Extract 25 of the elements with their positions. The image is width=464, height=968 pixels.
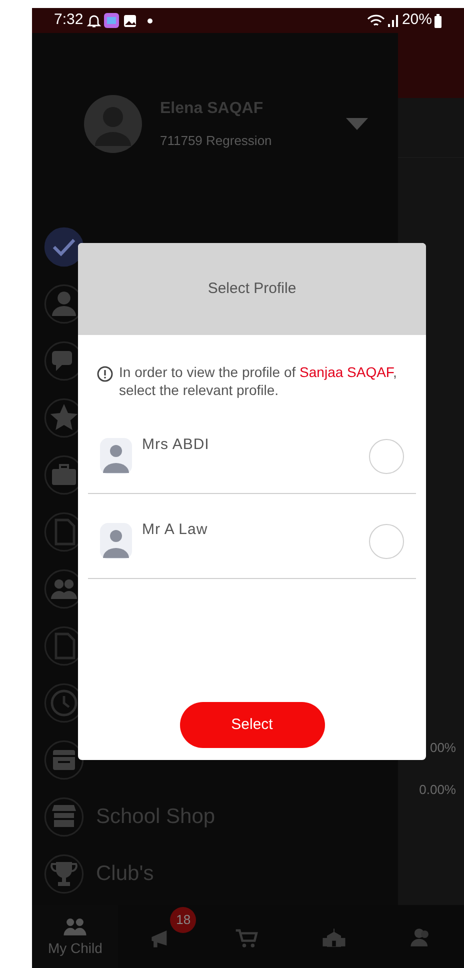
percentage-value: 00%: [430, 739, 456, 757]
bell-icon: [86, 12, 102, 28]
info-icon: [97, 366, 113, 382]
select-button[interactable]: Select: [180, 702, 324, 748]
wifi-icon: [366, 14, 385, 28]
battery-level: 20%: [402, 10, 432, 30]
notification-badge: 18: [170, 907, 196, 933]
dot-icon: [147, 18, 154, 24]
calendar-icon[interactable]: [44, 740, 84, 780]
app-icon: [104, 13, 120, 28]
radio-button[interactable]: [369, 524, 404, 558]
info-message: In order to view the profile of Sanjaa SAQAF, select the relevant profile.: [119, 363, 398, 399]
dialog-title: Select Profile: [208, 278, 296, 299]
status-time: 7:32: [54, 10, 84, 30]
radio-button[interactable]: [369, 438, 404, 474]
profile-name[interactable]: Mrs ABDI: [142, 434, 369, 456]
profile-avatar-icon: [100, 438, 132, 474]
avatar-icon: [84, 95, 142, 153]
battery-icon: [434, 14, 442, 28]
profile-avatar-icon: [100, 523, 132, 559]
profile-name[interactable]: Mr A Law: [142, 518, 369, 542]
signal-icon: [386, 14, 399, 27]
user-subtitle: 711759 Regression: [160, 132, 273, 150]
gallery-icon: [123, 14, 138, 28]
percentage-value: 0.00%: [419, 780, 456, 798]
